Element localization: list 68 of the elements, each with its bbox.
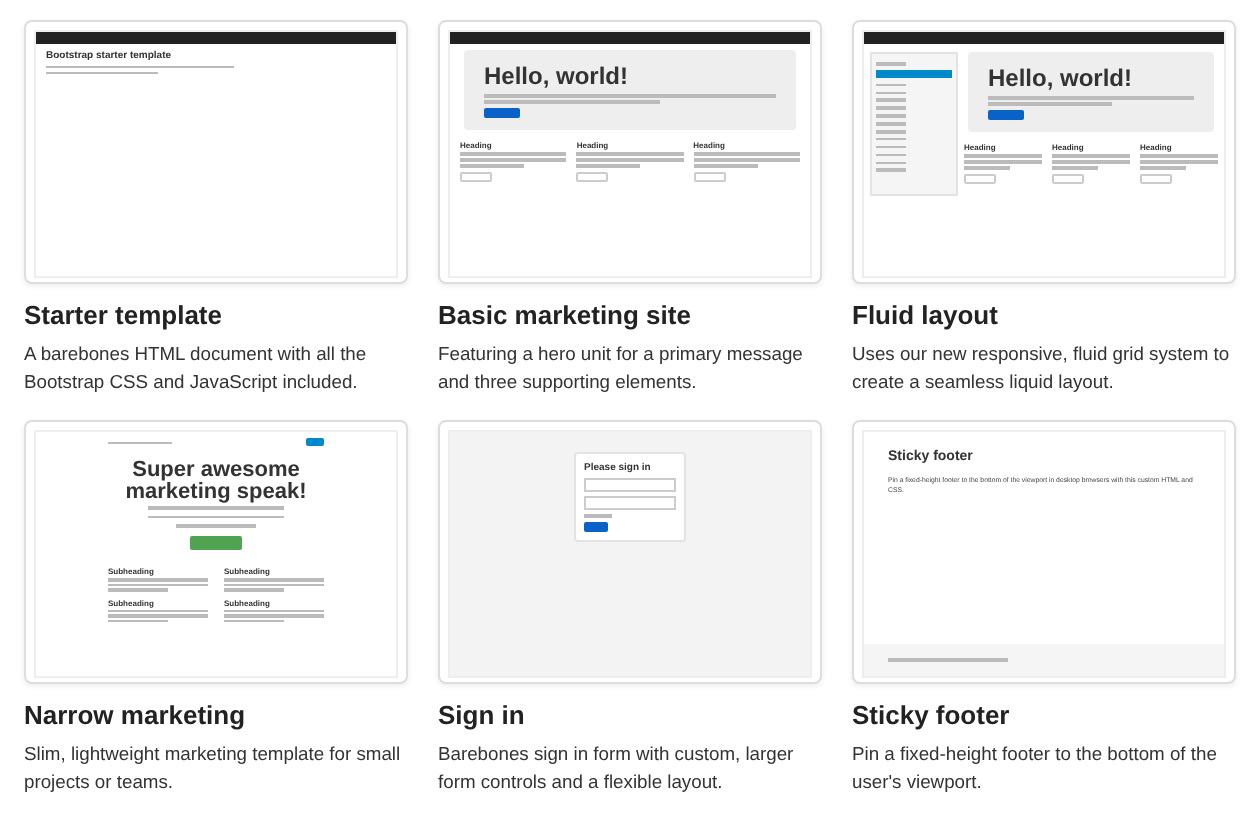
text-line (876, 62, 907, 66)
text-line (147, 506, 285, 509)
text-line (693, 164, 758, 167)
text-line (576, 152, 684, 155)
example-title: Sign in (438, 700, 527, 730)
example-title: Fluid layout (852, 300, 1000, 330)
signup-button (190, 536, 242, 550)
text-line (175, 524, 257, 527)
example-description: Barebones sign in form with custom, larger form controls and a flexible layout. (438, 740, 796, 796)
text-line (147, 515, 285, 518)
mini-button (460, 171, 492, 181)
text-line (876, 168, 907, 172)
text-line (1140, 154, 1218, 157)
text-line (876, 145, 907, 149)
mini-button (1140, 173, 1172, 183)
hero-button (988, 109, 1024, 119)
text-line (876, 83, 907, 87)
text-line (576, 158, 684, 161)
text-line (876, 130, 907, 134)
mini-button (964, 173, 996, 183)
email-field (584, 478, 676, 492)
password-field (584, 496, 676, 510)
text-line (46, 71, 159, 74)
text-line (876, 91, 907, 95)
text-line (876, 114, 907, 118)
mini-button (1052, 173, 1084, 183)
text-line (460, 158, 567, 161)
text-line (460, 164, 524, 167)
text-line (1052, 160, 1130, 163)
example-title: Sticky footer (852, 700, 1012, 730)
text-line (584, 514, 612, 517)
example-description: Uses our new responsive, fluid grid system to create a seamless liquid layout. (852, 340, 1232, 396)
text-line (876, 161, 907, 165)
text-line (988, 102, 1112, 105)
text-line (108, 441, 173, 444)
hero-heading: Super awesome marketing speak! (123, 459, 309, 503)
text-line (964, 160, 1042, 163)
example-description: A barebones HTML document with all the Bootstrap CSS and JavaScript included. (24, 340, 369, 396)
text-line (1140, 160, 1218, 163)
text-line (1052, 154, 1130, 157)
text-line (1140, 166, 1187, 169)
nav-pill (306, 438, 324, 447)
text-line (888, 658, 1008, 662)
text-line (876, 106, 907, 110)
example-title: Starter template (24, 300, 224, 330)
text-line (964, 154, 1042, 157)
example-title: Basic marketing site (438, 300, 693, 330)
text-line (693, 158, 800, 161)
hero-heading: Hello, world! (988, 64, 1134, 92)
hero-button (484, 107, 520, 117)
mini-button (576, 171, 609, 181)
example-description: Pin a fixed-height footer to the bottom of the user's viewport. (852, 740, 1219, 796)
hero-heading: Hello, world! (484, 62, 630, 90)
example-title: Narrow marketing (24, 700, 248, 730)
signin-button (584, 521, 608, 531)
example-description: Slim, lightweight marketing template for small projects or teams. (24, 740, 403, 796)
example-description: Featuring a hero unit for a primary message and three supporting elements. (438, 340, 805, 396)
active-item (876, 70, 952, 79)
text-line (876, 98, 907, 102)
text-line (876, 153, 907, 157)
text-line (1052, 166, 1099, 169)
text-line (576, 164, 641, 167)
text-line (876, 137, 907, 141)
text-line (460, 152, 567, 155)
text-line (876, 122, 907, 126)
text-line (964, 166, 1011, 169)
mini-button (693, 171, 726, 181)
text-line (693, 152, 800, 155)
